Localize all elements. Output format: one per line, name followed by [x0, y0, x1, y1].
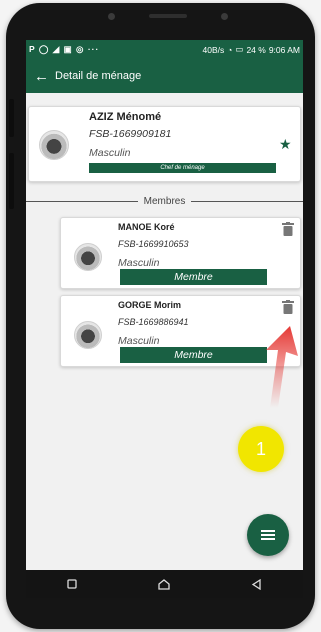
- home-button[interactable]: [144, 573, 184, 595]
- triangle-back-icon: [252, 578, 261, 590]
- member-card[interactable]: MANOE Koré FSB-1669910653 Masculin Membr…: [60, 217, 301, 289]
- camera-dot: [108, 12, 115, 20]
- head-name: AZIZ Ménomé: [89, 111, 162, 123]
- member-code: FSB-1669910653: [118, 239, 189, 249]
- sensor-dot: [221, 12, 228, 20]
- menu-icon: [261, 530, 275, 540]
- menu-fab-button[interactable]: [247, 514, 289, 556]
- member-gender: Masculin: [118, 335, 160, 347]
- page-title: Detail de ménage: [55, 70, 142, 82]
- annotation-arrow-icon: [266, 326, 298, 408]
- phone-side-button: [9, 99, 14, 137]
- home-icon: [158, 578, 171, 590]
- battery-level: 24 %: [246, 44, 266, 55]
- avatar: [39, 130, 69, 160]
- divider: [191, 200, 303, 202]
- avatar: [74, 321, 102, 349]
- status-icons: P ◯ ◢ ▣ ◎ ···: [29, 44, 100, 54]
- member-gender: Masculin: [118, 257, 160, 269]
- head-code: FSB-1669909181: [89, 128, 172, 140]
- phone-side-button: [9, 153, 14, 209]
- status-right: 40B/s ◔ ▭ 24 % 9:06 AM: [203, 44, 300, 55]
- head-of-household-card[interactable]: AZIZ Ménomé FSB-1669909181 Masculin Chef…: [28, 106, 301, 182]
- avatar: [74, 243, 102, 271]
- member-code: FSB-1669886941: [118, 317, 189, 327]
- arrow-left-icon[interactable]: ←: [34, 69, 49, 84]
- back-button[interactable]: [237, 573, 277, 595]
- members-label: Membres: [143, 195, 186, 207]
- divider: [26, 200, 138, 202]
- phone-screen: P ◯ ◢ ▣ ◎ ··· 40B/s ◔ ▭ 24 % 9:06 AM ← D…: [26, 40, 303, 570]
- trash-icon[interactable]: [282, 300, 294, 314]
- member-name: GORGE Morim: [118, 300, 182, 310]
- app-bar: ← Detail de ménage: [26, 59, 303, 93]
- member-name: MANOE Koré: [118, 222, 175, 232]
- member-role-badge: Membre: [120, 347, 267, 363]
- status-time: 9:06 AM: [268, 44, 300, 55]
- head-role-badge: Chef de ménage: [89, 163, 276, 173]
- trash-icon[interactable]: [282, 222, 294, 236]
- status-bar: P ◯ ◢ ▣ ◎ ··· 40B/s ◔ ▭ 24 % 9:06 AM: [26, 40, 303, 59]
- screenshot-stage: P ◯ ◢ ▣ ◎ ··· 40B/s ◔ ▭ 24 % 9:06 AM ← D…: [0, 0, 321, 632]
- network-speed: 40B/s: [202, 44, 225, 55]
- star-icon: ★: [279, 136, 292, 152]
- system-nav-bar: [26, 570, 303, 598]
- recent-apps-button[interactable]: [52, 573, 92, 595]
- step-badge: 1: [238, 426, 284, 472]
- battery-icon: ▭: [235, 44, 244, 54]
- square-icon: [67, 579, 77, 589]
- phone-top-sensors: [108, 11, 228, 21]
- wifi-icon: ◔: [227, 44, 233, 55]
- head-gender: Masculin: [89, 147, 131, 159]
- speaker-slot: [149, 14, 187, 18]
- members-separator: Membres: [26, 195, 303, 207]
- member-role-badge: Membre: [120, 269, 267, 285]
